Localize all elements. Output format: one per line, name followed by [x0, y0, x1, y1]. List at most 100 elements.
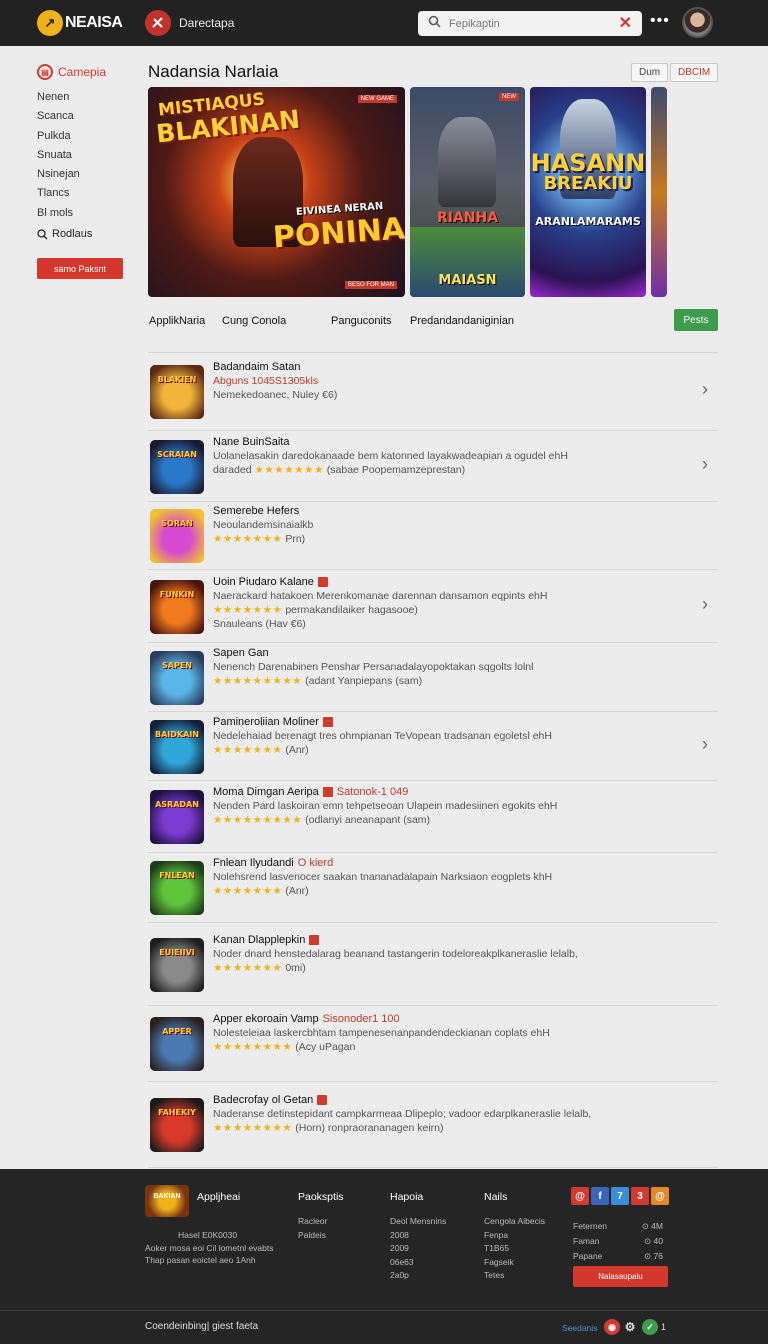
featured-banner-secondary[interactable]: NEW RIANHA MAIASN	[410, 87, 525, 297]
rating-stars: ★★★★★★★★★	[213, 814, 303, 826]
sidebar-item[interactable]: Nenen	[37, 88, 127, 107]
sidebar-item[interactable]: Tlancs	[37, 184, 127, 203]
list-item[interactable]: SCRAIAN Nane BuinSaita Uolanelasakin dared…	[148, 431, 718, 502]
featured-banner-peek[interactable]	[651, 87, 667, 297]
verified-icon[interactable]: ✓	[642, 1319, 658, 1335]
app-thumbnail[interactable]: EUIEIIVI	[150, 938, 204, 992]
app-title-text: Semerebe Hefers	[213, 505, 300, 517]
footer-bottom-bar: Coendeinbing| giest faeta Seedanis ◉ ⚙ ✓…	[0, 1310, 768, 1344]
clear-search-icon[interactable]: ✕	[619, 15, 632, 32]
footer-link[interactable]: Tetes	[484, 1269, 545, 1283]
sidebar-item[interactable]: Nsinejan	[37, 165, 127, 184]
app-title-text: Kanan Dlapplepkin	[213, 934, 306, 946]
language-link[interactable]: Seedanis	[562, 1323, 597, 1333]
app-thumbnail[interactable]: SORAN	[150, 509, 204, 563]
list-item[interactable]: APPER Apper ekoroain Vamp Sisonoder1 100 No…	[148, 1006, 718, 1082]
footer-subscribe-button[interactable]: Nalasaupaiu	[573, 1266, 668, 1287]
chevron-right-icon[interactable]: ›	[702, 379, 708, 400]
footer-column-3: Nails Cengola Aibecis Fenpa T1B65 Fagsei…	[484, 1191, 545, 1283]
youtube-icon[interactable]: 3	[631, 1187, 649, 1205]
instagram-icon[interactable]: @	[651, 1187, 669, 1205]
list-item[interactable]: FAHEKIY Badecrofay ol Getan Naderanse deti…	[148, 1082, 718, 1168]
tab-console[interactable]: Cung Conola	[222, 315, 286, 327]
app-thumbnail[interactable]: SCRAIAN	[150, 440, 204, 494]
footer-link[interactable]: T1B65	[484, 1242, 545, 1256]
sidebar-item[interactable]: Snuata	[37, 146, 127, 165]
footer-link[interactable]: 2009	[390, 1242, 446, 1256]
thumbnail-label: FUNKIN	[159, 590, 195, 599]
tabs-action-button[interactable]: Pests	[674, 309, 718, 331]
app-thumbnail[interactable]: SAPEN	[150, 651, 204, 705]
sidebar-action-button[interactable]: samo Paksnt	[37, 258, 123, 280]
app-title[interactable]: Pamineroliian Moliner	[213, 716, 333, 728]
more-menu-icon[interactable]: •••	[650, 12, 670, 30]
list-item[interactable]: SAPEN Sapen Gan Nenench Darenabinen Pensha…	[148, 643, 718, 712]
search-bar[interactable]: ✕	[418, 11, 642, 36]
app-title[interactable]: Uoin Piudaro Kalane	[213, 576, 328, 588]
footer-logo[interactable]: BAKIAN	[145, 1185, 189, 1217]
sidebar-item[interactable]: Scanca	[37, 107, 127, 126]
app-title[interactable]: Badandaim Satan	[213, 361, 300, 373]
footer-link[interactable]: Fenpa	[484, 1229, 545, 1243]
footer-link[interactable]: Fagseik	[484, 1256, 545, 1270]
footer-link[interactable]: Racleor	[298, 1215, 344, 1229]
app-thumbnail[interactable]: FUNKIN	[150, 580, 204, 634]
app-thumbnail[interactable]: ASRADAN	[150, 790, 204, 844]
chevron-right-icon[interactable]: ›	[702, 734, 708, 755]
footer-link[interactable]: Cengola Aibecis	[484, 1215, 545, 1229]
chrome-icon[interactable]: ◉	[604, 1319, 620, 1335]
sidebar-item[interactable]: Pulkda	[37, 127, 127, 146]
app-title[interactable]: Badecrofay ol Getan	[213, 1094, 328, 1106]
app-thumbnail[interactable]: APPER	[150, 1017, 204, 1071]
footer-link[interactable]: Paldeis	[298, 1229, 344, 1243]
list-item[interactable]: BAIDKAIN Pamineroliian Moliner Nedelehaiad…	[148, 712, 718, 781]
featured-banner-tertiary[interactable]: HASANN BREAKIU ARANLAMARAMS	[530, 87, 646, 297]
filter-chip[interactable]: Dum	[631, 63, 669, 82]
tab-predand[interactable]: Predandandaniginian	[410, 315, 514, 327]
list-item[interactable]: FUNKIN Uoin Piudaro Kalane Naerackard hata…	[148, 570, 718, 643]
search-input[interactable]	[449, 17, 619, 30]
app-title[interactable]: Moma Dimgan Aeripa Satonok-1 049	[213, 786, 408, 798]
footer-link[interactable]: 2008	[390, 1229, 446, 1243]
app-title[interactable]: Sapen Gan	[213, 647, 269, 659]
sidebar-search[interactable]: Rodlaus	[37, 223, 127, 245]
list-item[interactable]: SORAN Semerebe Hefers Neoulandemsinaialkb ★…	[148, 502, 718, 570]
app-thumbnail[interactable]: BAIDKAIN	[150, 720, 204, 774]
notification-count: 1	[661, 1322, 667, 1332]
list-item[interactable]: ASRADAN Moma Dimgan Aeripa Satonok-1 049 Ne…	[148, 781, 718, 853]
app-title[interactable]: Semerebe Hefers	[213, 505, 299, 517]
filter-chip-active[interactable]: DBCIM	[670, 63, 719, 82]
thumbnail-label: FAHEKIY	[158, 1108, 196, 1117]
footer-link[interactable]: 2a0p	[390, 1269, 446, 1283]
app-title[interactable]: Kanan Dlapplepkin	[213, 934, 320, 946]
app-thumbnail[interactable]: BLAKIEN	[150, 365, 204, 419]
list-item[interactable]: EUIEIIVI Kanan Dlapplepkin Noder dnard hen…	[148, 923, 718, 1006]
footer-link[interactable]: 06e63	[390, 1256, 446, 1270]
sidebar-heading[interactable]: ▤ Camepia	[37, 62, 127, 82]
app-meta-text: (Anr)	[285, 885, 309, 897]
chevron-right-icon[interactable]: ›	[702, 454, 708, 475]
tab-components[interactable]: Panguconits	[331, 315, 392, 327]
pinterest-icon[interactable]: @	[571, 1187, 589, 1205]
brand-logo[interactable]: ↗ NEAISA	[37, 10, 123, 36]
chevron-right-icon[interactable]: ›	[702, 594, 708, 615]
app-switcher[interactable]: Darectapa	[145, 10, 234, 36]
list-item[interactable]: FNLEAN Fnlean Ilyudandi O kierd Nolehsrend …	[148, 853, 718, 923]
app-title[interactable]: Nane BuinSaita	[213, 436, 289, 448]
featured-banner-main[interactable]: NEW GAME MISTIAQUS BLAKINAN EIVINEA NERA…	[148, 87, 405, 297]
sidebar-item[interactable]: Bl mols	[37, 204, 127, 223]
footer-link[interactable]: Deol Mensnins	[390, 1215, 446, 1229]
settings-icon[interactable]: ⚙	[622, 1319, 638, 1335]
user-avatar[interactable]	[682, 7, 713, 38]
app-thumbnail[interactable]: FAHEKIY	[150, 1098, 204, 1152]
facebook-icon[interactable]: f	[591, 1187, 609, 1205]
banner-title-line2: BREAKIU	[543, 173, 633, 194]
footer-info: Hasel E0K0030 Aoker mosa eoi Cil lometnl…	[145, 1229, 274, 1267]
app-title[interactable]: Fnlean Ilyudandi O kierd	[213, 857, 333, 869]
tab-applications[interactable]: ApplikNaria	[149, 315, 205, 327]
app-thumbnail[interactable]: FNLEAN	[150, 861, 204, 915]
list-item[interactable]: BLAKIEN Badandaim Satan Abguns 1045S1305kl…	[148, 353, 718, 431]
app-description: Nolehsrend lasvenocer saakan tnananadala…	[213, 871, 553, 883]
app-title[interactable]: Apper ekoroain Vamp Sisonoder1 100	[213, 1013, 400, 1025]
share-icon[interactable]: 7	[611, 1187, 629, 1205]
